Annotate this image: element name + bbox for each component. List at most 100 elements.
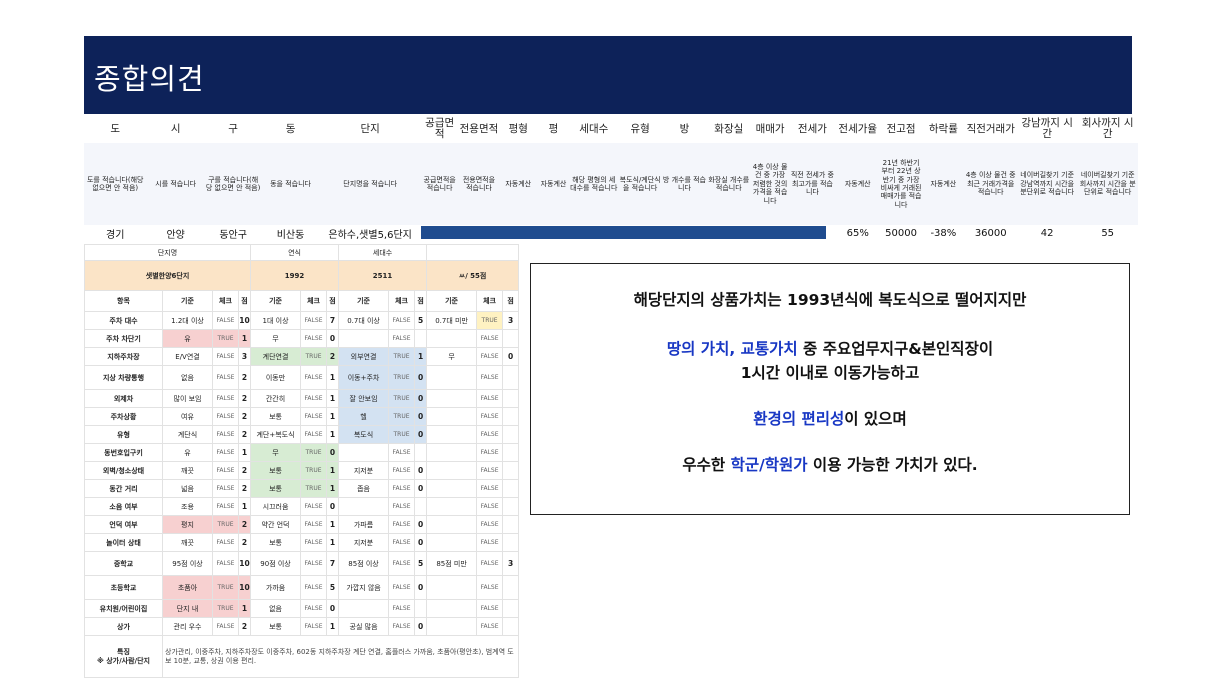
criterion-label: 외벽/청소상태 [84, 461, 163, 480]
score-cell [414, 497, 428, 516]
check-cell: FALSE [476, 479, 504, 498]
check-cell: FALSE [388, 599, 416, 618]
grid-header: 체크 [476, 290, 504, 312]
criterion-label: 주차 차단기 [84, 329, 163, 348]
col-description: 자동계산 [835, 143, 880, 225]
table-row: 지상 차량통행 없음 FALSE 2 이동만 FALSE 1 이동+주차 TRUE 0 FALSE [84, 365, 520, 390]
check-cell: TRUE [300, 347, 328, 366]
check-cell: TRUE [388, 407, 416, 426]
check-cell: FALSE [388, 461, 416, 480]
col-header: 전세가율 [838, 122, 878, 135]
score-cell [414, 443, 428, 462]
opinion-box: 해당단지의 상품가치는 1993년식에 복도식으로 떨어지지만 땅의 가치, 교… [530, 263, 1130, 515]
standard-cell [426, 329, 478, 348]
criterion-label: 주차 대수 [84, 311, 163, 330]
score-cell: 1 [237, 497, 252, 516]
total-score: ㅆ/ 55점 [426, 260, 520, 291]
opinion-line-5: 우수한 학군/학원가 이용 가능한 가치가 있다. [682, 456, 978, 474]
check-cell: FALSE [388, 497, 416, 516]
standard-cell: 넓음 [162, 479, 213, 498]
criterion-label: 지상 차량통행 [84, 365, 163, 390]
check-cell: TRUE [300, 479, 328, 498]
col-description: 공급면적을 적습니다 [420, 143, 459, 225]
col-header: 전용면적 [459, 122, 499, 135]
check-cell: FALSE [212, 443, 239, 462]
opinion-line-3: 1시간 이내로 이동가능하고 [740, 364, 920, 382]
col-header: 동 [285, 122, 296, 135]
col-description: 4층 이상 물건 중 가장 저렴한 것의 가격을 적습니다 [750, 143, 790, 225]
standard-cell: 가까움 [250, 575, 302, 600]
col-header: 방 [679, 122, 690, 135]
standard-cell: 95점 이상 [162, 551, 213, 576]
score-cell: 0 [326, 329, 340, 348]
score-cell: 2 [237, 461, 252, 480]
grid-header: 체크 [212, 290, 239, 312]
table-row: 중학교 95점 이상 FALSE 10 90점 이상 FALSE 7 85점 이상 FALSE 5… [84, 551, 520, 576]
check-cell: FALSE [300, 365, 328, 390]
criterion-label: 외제차 [84, 389, 163, 408]
standard-cell [426, 461, 478, 480]
col-description: 동을 적습니다 [261, 143, 320, 225]
score-cell: 1 [326, 533, 340, 552]
table-row: 지하주차장 E/V연결 FALSE 3 계단연결 TRUE 2 외부연결 TRUE 1 무 FALSE… [84, 347, 520, 366]
col-header: 전세가 [797, 122, 827, 135]
check-cell: FALSE [300, 425, 328, 444]
value-company: 55 [1101, 227, 1115, 239]
criterion-label: 놀이터 상태 [84, 533, 163, 552]
grid-header: 항목 [84, 290, 163, 312]
col-header: 세대수 [579, 122, 609, 135]
grid-header: 기준 [338, 290, 390, 312]
standard-cell: 헬 [338, 407, 390, 426]
check-cell: FALSE [388, 551, 416, 576]
check-cell: FALSE [476, 515, 504, 534]
check-cell: FALSE [300, 575, 328, 600]
standard-cell: 이동+주차 [338, 365, 390, 390]
grid-header: 점 [502, 290, 520, 312]
opinion-line-1: 해당단지의 상품가치는 1993년식에 복도식으로 떨어지지만 [633, 291, 1027, 309]
criterion-label: 상가 [84, 617, 163, 636]
checklist-panel: 단지명 연식 세대수 샛별한양6단지 1992 2511 ㅆ/ 55점 항목 기준… [83, 244, 520, 678]
score-cell: 3 [502, 551, 520, 576]
check-cell: FALSE [300, 599, 328, 618]
value-complex: 은하수,샛별5,6단지 [328, 229, 412, 241]
table-row: 언덕 여부 평지 TRUE 2 약간 언덕 FALSE 1 가파름 FALSE 0 FALSE [84, 515, 520, 534]
standard-cell [338, 329, 390, 348]
check-cell: TRUE [212, 599, 239, 618]
standard-cell: 외부연결 [338, 347, 390, 366]
standard-cell: 0.7대 이상 [338, 311, 390, 330]
score-cell: 2 [237, 515, 252, 534]
standard-cell: 좁음 [338, 479, 390, 498]
col-description: 구를 적습니다(해당 없으면 안 적음) [204, 143, 262, 225]
score-cell: 1 [326, 365, 340, 390]
col-header: 강남까지 시간 [1021, 117, 1073, 140]
check-cell: FALSE [476, 329, 504, 348]
col-description: 도를 적습니다(해당 없으면 안 적음) [84, 143, 147, 225]
criterion-label: 중학교 [84, 551, 163, 576]
header-year: 연식 [250, 244, 340, 261]
table-row: 주차 차단기 유 TRUE 1 무 FALSE 0 FALSE FALSE [84, 329, 520, 348]
check-cell: FALSE [300, 311, 328, 330]
value-last-trade: 36000 [974, 227, 1007, 239]
standard-cell: 공실 많음 [338, 617, 390, 636]
grid-header: 체크 [388, 290, 416, 312]
col-header: 시 [170, 122, 181, 135]
standard-cell: 보통 [250, 533, 302, 552]
score-cell [502, 515, 520, 534]
standard-cell [426, 599, 478, 618]
score-cell: 3 [237, 347, 252, 366]
score-cell [502, 599, 520, 618]
table-row: 소음 여부 조용 FALSE 1 시끄러움 FALSE 0 FALSE FALSE [84, 497, 520, 516]
check-cell: TRUE [212, 329, 239, 348]
standard-cell: 가깝지 않음 [338, 575, 390, 600]
table-row: 주차 대수 1.2대 이상 FALSE 10 1대 이상 FALSE 7 0.7대 이상 FAL… [84, 311, 520, 330]
check-cell: TRUE [300, 443, 328, 462]
standard-cell: 지저분 [338, 533, 390, 552]
score-cell: 5 [414, 551, 428, 576]
standard-cell [426, 497, 478, 516]
standard-cell [426, 425, 478, 444]
score-cell [502, 497, 520, 516]
score-cell: 0 [414, 617, 428, 636]
score-cell: 0 [414, 365, 428, 390]
col-description: 네이버길찾기 기준 회사까지 시간을 분단위로 적습니다 [1077, 143, 1138, 225]
criterion-label: 언덕 여부 [84, 515, 163, 534]
